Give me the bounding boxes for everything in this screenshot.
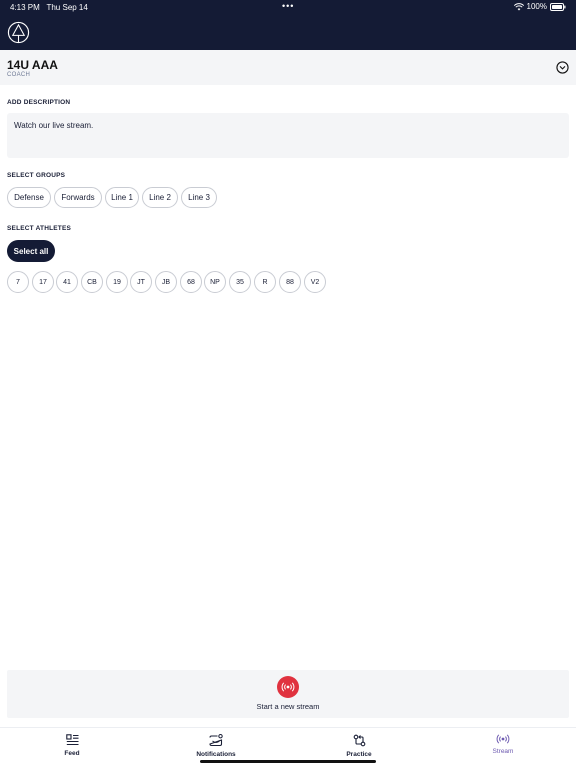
start-stream-button[interactable] — [277, 676, 299, 698]
athlete-chip[interactable]: JT — [130, 271, 152, 293]
description-input[interactable]: Watch our live stream. — [7, 113, 569, 158]
battery-icon — [550, 2, 566, 11]
team-name: 14U AAA — [7, 58, 58, 72]
athlete-chip[interactable]: R — [254, 271, 276, 293]
start-stream-label[interactable]: Start a new stream — [0, 702, 576, 711]
status-right: 100% — [513, 2, 566, 11]
tab-notifications-label: Notifications — [196, 751, 236, 758]
athletes-label: SELECT ATHLETES — [7, 225, 72, 232]
athlete-chip[interactable]: 88 — [279, 271, 301, 293]
athlete-chip[interactable]: 68 — [180, 271, 202, 293]
tab-practice[interactable]: Practice — [319, 734, 399, 758]
athlete-chip[interactable]: 17 — [32, 271, 54, 293]
select-all-button[interactable]: Select all — [7, 240, 55, 262]
athlete-chip[interactable]: 41 — [56, 271, 78, 293]
team-role: COACH — [7, 72, 31, 78]
practice-icon — [353, 734, 365, 747]
tab-stream[interactable]: Stream — [463, 734, 543, 755]
group-pill-forwards[interactable]: Forwards — [54, 187, 102, 208]
stream-icon — [496, 734, 510, 744]
description-value: Watch our live stream. — [14, 121, 94, 130]
athlete-chip[interactable]: JB — [155, 271, 177, 293]
athlete-chip[interactable]: 35 — [229, 271, 251, 293]
tab-notifications[interactable]: Notifications — [176, 734, 256, 758]
tab-feed[interactable]: Feed — [32, 734, 112, 757]
tab-feed-label: Feed — [64, 750, 80, 757]
athlete-chip[interactable]: V2 — [304, 271, 326, 293]
status-bar: 4:13 PM Thu Sep 14 ••• 100% — [0, 0, 576, 14]
athlete-chip[interactable]: CB — [81, 271, 103, 293]
group-pill-defense[interactable]: Defense — [7, 187, 51, 208]
battery-percent: 100% — [526, 2, 547, 11]
tab-stream-label: Stream — [492, 748, 514, 755]
home-indicator[interactable] — [200, 760, 376, 763]
athlete-chip[interactable]: 19 — [106, 271, 128, 293]
athlete-chip[interactable]: 7 — [7, 271, 29, 293]
group-pill-line-2[interactable]: Line 2 — [142, 187, 178, 208]
wifi-icon — [513, 2, 524, 10]
description-label: ADD DESCRIPTION — [7, 99, 71, 106]
notifications-icon — [209, 734, 223, 747]
group-pill-line-3[interactable]: Line 3 — [181, 187, 217, 208]
athlete-chip[interactable]: NP — [204, 271, 226, 293]
nav-bar — [0, 14, 576, 50]
group-pill-line-1[interactable]: Line 1 — [105, 187, 139, 208]
status-time: 4:13 PM Thu Sep 14 — [10, 3, 88, 12]
feed-icon — [65, 734, 78, 746]
app-logo-icon — [7, 21, 30, 44]
broadcast-icon — [281, 682, 295, 692]
chevron-down-icon[interactable] — [556, 61, 569, 74]
groups-label: SELECT GROUPS — [7, 172, 66, 179]
tab-practice-label: Practice — [346, 751, 372, 758]
multitasking-dots-icon[interactable]: ••• — [282, 1, 294, 11]
team-header[interactable]: 14U AAA COACH — [0, 50, 576, 85]
